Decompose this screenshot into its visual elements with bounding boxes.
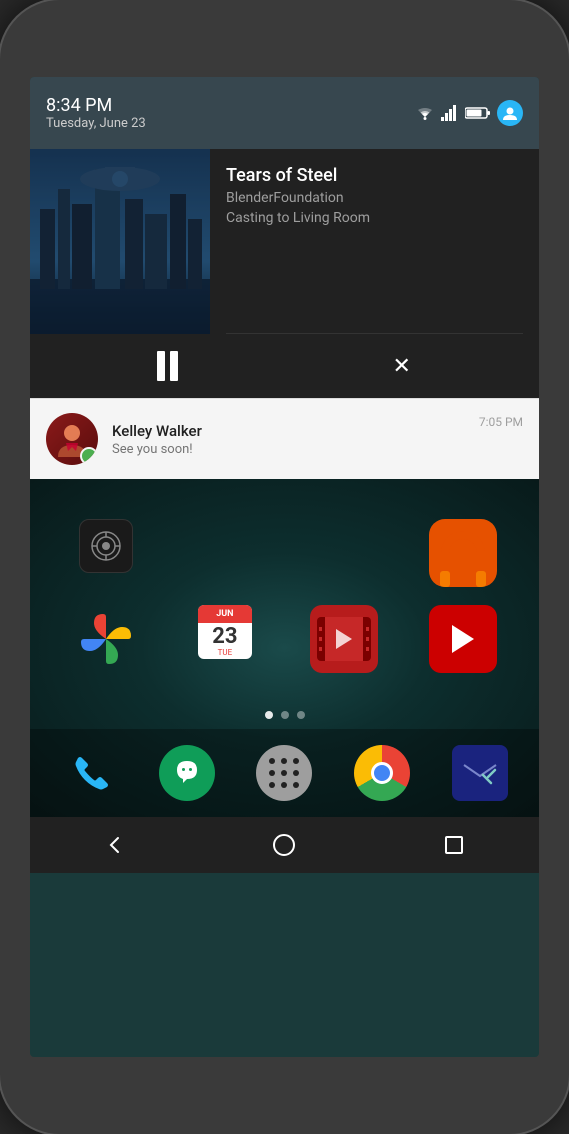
play-movies-icon [310, 605, 378, 673]
signal-icon [441, 105, 459, 121]
calendar-month: JUN [216, 609, 233, 619]
pause-icon [157, 351, 178, 381]
app-grid: JUN 23 TUE [46, 499, 523, 701]
app-item-photos[interactable] [46, 605, 165, 681]
user-avatar-icon [497, 100, 523, 126]
youtube-play-icon [452, 625, 474, 653]
headphones-icon [441, 531, 485, 575]
phone-frame: 8:34 PM Tuesday, June 23 [0, 0, 569, 1134]
message-time: 7:05 PM [479, 415, 523, 429]
dock-chrome[interactable] [352, 743, 412, 803]
chrome-inner-circle [371, 762, 393, 784]
recents-button[interactable] [424, 825, 484, 865]
app-item-youtube[interactable] [404, 605, 523, 681]
media-artist: BlenderFoundation [226, 190, 523, 206]
app-item-empty-2 [285, 519, 404, 595]
avatar-badge [80, 447, 98, 465]
calendar-weekday: TUE [218, 648, 233, 657]
page-indicators [46, 701, 523, 729]
page-indicator-3[interactable] [297, 711, 305, 719]
navigation-bar [30, 817, 539, 873]
back-icon [103, 833, 127, 857]
sender-name: Kelley Walker [112, 422, 465, 440]
page-indicator-1[interactable] [265, 711, 273, 719]
chrome-icon [354, 745, 410, 801]
calendar-header: JUN [198, 605, 252, 623]
app-item-cast-videos[interactable] [46, 519, 165, 595]
media-title: Tears of Steel [226, 165, 523, 186]
app-item-play-movies[interactable] [285, 605, 404, 681]
calendar-body: 23 TUE [198, 623, 252, 659]
app-item-empty-1 [165, 519, 284, 595]
wifi-icon [415, 105, 435, 121]
status-bar: 8:34 PM Tuesday, June 23 [30, 77, 539, 149]
recents-icon [445, 836, 463, 854]
dock-inbox[interactable] [450, 743, 510, 803]
media-thumbnail [30, 149, 210, 334]
message-body: Kelley Walker See you soon! [112, 422, 465, 457]
calendar-icon: JUN 23 TUE [198, 605, 252, 659]
back-button[interactable] [85, 825, 145, 865]
photos-svg [76, 609, 136, 669]
film-play-icon [336, 629, 352, 649]
battery-icon [465, 106, 491, 120]
home-icon [273, 834, 295, 856]
pause-button[interactable] [143, 342, 191, 390]
notifications-panel: Tears of Steel BlenderFoundation Casting… [30, 149, 539, 479]
home-button[interactable] [254, 825, 314, 865]
homescreen: JUN 23 TUE [30, 479, 539, 729]
close-icon [393, 353, 411, 379]
message-notification[interactable]: Kelley Walker See you soon! 7:05 PM [30, 398, 539, 479]
phone-icon [65, 749, 113, 797]
phone-screen: 8:34 PM Tuesday, June 23 [30, 77, 539, 1057]
cast-videos-svg [87, 529, 125, 563]
film-strip-icon [317, 617, 371, 661]
media-notif-text: Tears of Steel BlenderFoundation Casting… [210, 149, 539, 334]
app-item-play-music[interactable] [404, 519, 523, 595]
status-time-block: 8:34 PM Tuesday, June 23 [46, 95, 146, 131]
status-icons [415, 100, 523, 126]
message-text: See you soon! [112, 442, 465, 457]
thumbnail-artwork [30, 149, 210, 334]
status-time: 8:34 PM [46, 95, 146, 116]
sender-avatar [46, 413, 98, 465]
app-dock [30, 729, 539, 817]
play-music-icon [429, 519, 497, 587]
hangouts-icon [159, 745, 215, 801]
dock-app-drawer[interactable] [254, 743, 314, 803]
media-notif-actions [30, 334, 539, 398]
media-notif-content: Tears of Steel BlenderFoundation Casting… [30, 149, 539, 334]
media-notification: Tears of Steel BlenderFoundation Casting… [30, 149, 539, 398]
inbox-icon [452, 745, 508, 801]
dock-hangouts[interactable] [157, 743, 217, 803]
youtube-icon [429, 605, 497, 673]
calendar-day: 23 [212, 626, 237, 648]
status-date: Tuesday, June 23 [46, 116, 146, 131]
close-button[interactable] [378, 342, 426, 390]
app-item-calendar[interactable]: JUN 23 TUE [165, 605, 284, 681]
cast-videos-icon [79, 519, 133, 573]
dock-phone[interactable] [59, 743, 119, 803]
drawer-icon [256, 745, 312, 801]
media-casting-status: Casting to Living Room [226, 210, 523, 226]
photos-icon-container [72, 605, 140, 673]
page-indicator-2[interactable] [281, 711, 289, 719]
